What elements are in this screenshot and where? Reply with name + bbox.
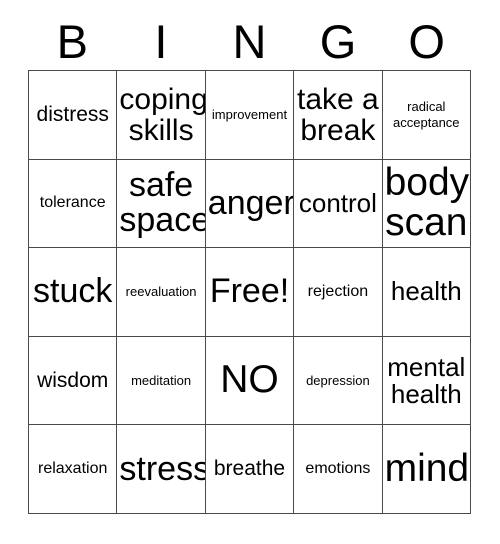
bingo-cell[interactable]: anger	[205, 159, 295, 249]
header-letter-n: N	[232, 14, 267, 68]
bingo-grid: distress coping skills improvement take a b…	[28, 70, 471, 514]
bingo-cell-label: reevaluation	[125, 284, 197, 300]
bingo-cell-label: distress	[36, 102, 109, 126]
bingo-cell-label: safe space	[119, 166, 206, 240]
bingo-cell[interactable]: body scan	[382, 159, 471, 249]
bingo-cell-label: health	[390, 276, 462, 307]
bingo-cell[interactable]: mind	[382, 425, 471, 514]
bingo-header-row: B I N G O	[28, 14, 471, 68]
bingo-cell[interactable]: depression	[294, 336, 383, 426]
header-letter-i: I	[154, 14, 168, 68]
bingo-cell[interactable]: meditation	[117, 336, 206, 426]
bingo-cell-label: mind	[384, 446, 470, 490]
bingo-cell[interactable]: rejection	[294, 248, 383, 337]
bingo-cell[interactable]: NO	[205, 336, 295, 426]
bingo-cell[interactable]: tolerance	[29, 159, 118, 249]
bingo-cell-label: relaxation	[38, 459, 108, 477]
bingo-cell[interactable]: control	[294, 159, 383, 249]
bingo-cell-label: radical acceptance	[393, 99, 460, 130]
bingo-cell-label: stuck	[33, 272, 113, 311]
bingo-cell[interactable]: safe space	[117, 159, 206, 249]
bingo-cell-label: wisdom	[37, 368, 109, 392]
header-letter-g: G	[319, 14, 357, 68]
bingo-cell[interactable]: coping skills	[117, 71, 206, 160]
bingo-cell-label: take a break	[297, 82, 379, 147]
bingo-cell-label: improvement	[211, 107, 288, 123]
bingo-cell-label: breathe	[213, 457, 286, 481]
bingo-cell-label: mental health	[387, 351, 466, 409]
bingo-cell-label: control	[298, 187, 377, 218]
header-letter-o: O	[408, 14, 445, 68]
bingo-cell[interactable]: mental health	[382, 336, 471, 426]
bingo-cell[interactable]: improvement	[205, 71, 295, 160]
bingo-cell[interactable]: wisdom	[29, 336, 118, 426]
bingo-cell-label: Free!	[209, 272, 290, 311]
bingo-cell[interactable]: radical acceptance	[382, 71, 471, 160]
bingo-cell[interactable]: take a break	[294, 71, 383, 160]
bingo-cell-label: coping skills	[119, 82, 206, 147]
bingo-cell-label: stress	[119, 449, 206, 488]
bingo-cell[interactable]: emotions	[294, 425, 383, 514]
bingo-cell-label: emotions	[305, 459, 371, 477]
bingo-cell-label: NO	[220, 358, 279, 402]
bingo-cell[interactable]: distress	[29, 71, 118, 160]
bingo-cell-label: depression	[306, 372, 370, 388]
bingo-cell-label: anger	[207, 183, 295, 222]
bingo-cell[interactable]: stuck	[29, 248, 118, 337]
bingo-cell-label: rejection	[307, 282, 369, 300]
bingo-cell[interactable]: stress	[117, 425, 206, 514]
bingo-cell[interactable]: reevaluation	[117, 248, 206, 337]
bingo-cell-label: body scan	[384, 160, 470, 245]
bingo-card: B I N G O distress coping skills improveme…	[0, 0, 500, 544]
bingo-cell-label: tolerance	[39, 194, 106, 212]
header-letter-b: B	[56, 14, 88, 68]
bingo-cell[interactable]: health	[382, 248, 471, 337]
bingo-cell-label: meditation	[131, 372, 192, 388]
bingo-cell[interactable]: breathe	[205, 425, 295, 514]
bingo-cell[interactable]: relaxation	[29, 425, 118, 514]
bingo-cell-free[interactable]: Free!	[205, 248, 295, 337]
